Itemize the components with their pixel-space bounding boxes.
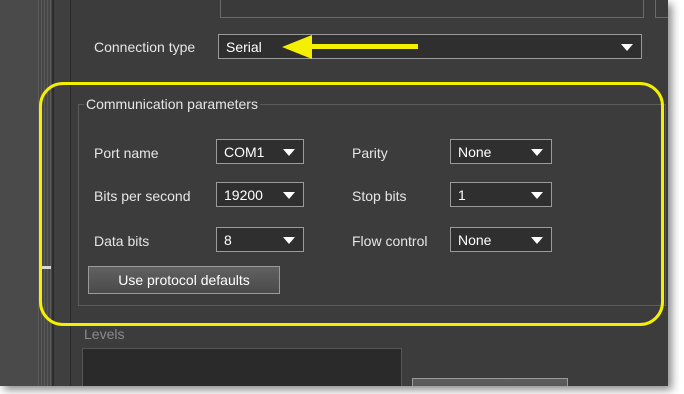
- chevron-down-icon: [621, 44, 633, 51]
- connection-type-value: Serial: [226, 39, 262, 55]
- add-level-button[interactable]: Add level: [412, 378, 568, 386]
- settings-window: Connection type Serial Communication par…: [0, 0, 668, 386]
- levels-list[interactable]: [82, 348, 402, 386]
- top-field[interactable]: [220, 0, 644, 18]
- top-right-control[interactable]: [655, 0, 668, 18]
- left-pane: [0, 0, 38, 386]
- levels-label: Levels: [84, 326, 125, 342]
- arrow-callout-shaft: [310, 44, 418, 49]
- connection-type-label: Connection type: [94, 39, 196, 55]
- arrow-left-icon: [282, 35, 312, 59]
- highlight-callout: [39, 82, 664, 326]
